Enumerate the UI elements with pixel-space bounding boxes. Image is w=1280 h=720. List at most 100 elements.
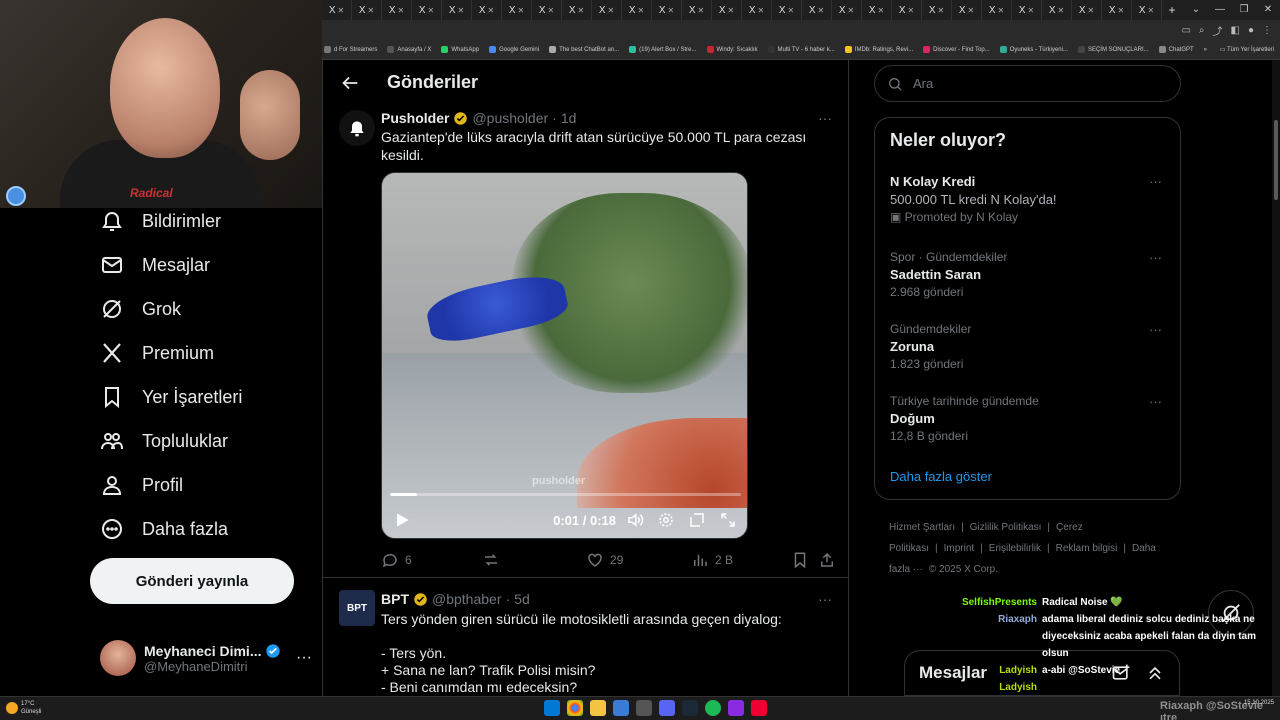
extension-icon[interactable]: ◧ <box>1231 25 1240 36</box>
trend-more-icon[interactable]: ··· <box>1149 174 1162 189</box>
close-tab-icon[interactable]: ✕ <box>637 6 644 15</box>
browser-tab[interactable]: X ✕ <box>772 0 802 20</box>
like-button[interactable]: 29 <box>586 551 623 569</box>
back-arrow-icon[interactable] <box>339 72 361 94</box>
nav-item-bookmarks[interactable]: Yer İşaretleri <box>100 382 242 412</box>
bookmarks-overflow-icon[interactable]: » <box>1204 47 1207 53</box>
close-tab-icon[interactable]: ✕ <box>427 6 434 15</box>
browser-tab[interactable]: X ✕ <box>802 0 832 20</box>
browser-tab[interactable]: X ✕ <box>1102 0 1132 20</box>
close-tab-icon[interactable]: ✕ <box>397 6 404 15</box>
close-tab-icon[interactable]: ✕ <box>1057 6 1064 15</box>
browser-tab[interactable]: X ✕ <box>622 0 652 20</box>
volume-icon[interactable] <box>626 511 644 529</box>
browser-tab[interactable]: X ✕ <box>952 0 982 20</box>
play-icon[interactable] <box>392 510 412 530</box>
reply-button[interactable]: 6 <box>381 551 412 569</box>
close-tab-icon[interactable]: ✕ <box>1087 6 1094 15</box>
author-handle[interactable]: @bpthaber <box>432 591 501 607</box>
footer-link[interactable]: Imprint <box>944 543 975 554</box>
author-handle[interactable]: @pusholder <box>472 110 548 126</box>
browser-tab[interactable]: X ✕ <box>892 0 922 20</box>
nav-item-notifications[interactable]: Bildirimler <box>100 206 221 236</box>
close-tab-icon[interactable]: ✕ <box>367 6 374 15</box>
share-icon[interactable]: ⤴ <box>1213 23 1223 38</box>
browser-menu-icon[interactable]: ⋮ <box>1262 25 1272 36</box>
new-tab-icon[interactable]: + <box>1162 3 1182 17</box>
bookmark-item[interactable]: The best ChatBot an... <box>549 46 619 53</box>
trend-more-icon[interactable]: ··· <box>1149 394 1162 409</box>
nav-item-messages[interactable]: Mesajlar <box>100 250 210 280</box>
close-tab-icon[interactable]: ✕ <box>457 6 464 15</box>
bookmark-item[interactable]: ChatGPT <box>1158 46 1194 53</box>
bookmark-item[interactable]: d For Streamers <box>324 46 377 53</box>
footer-link[interactable]: Erişilebilirlik <box>989 543 1041 554</box>
close-tab-icon[interactable]: ✕ <box>607 6 614 15</box>
avatar[interactable] <box>339 110 375 146</box>
nav-item-communities[interactable]: Topluluklar <box>100 426 228 456</box>
settings-gear-icon[interactable] <box>657 511 675 529</box>
page-scrollbar[interactable] <box>1272 60 1280 696</box>
footer-link[interactable]: Reklam bilgisi <box>1056 543 1118 554</box>
bookmark-item[interactable]: Anasayfa / X <box>387 46 431 53</box>
bookmark-button[interactable] <box>791 551 809 569</box>
browser-tab[interactable]: X ✕ <box>502 0 532 20</box>
weather-widget[interactable]: 17°C Güneşli <box>6 700 41 716</box>
close-tab-icon[interactable]: ✕ <box>1027 6 1034 15</box>
nav-item-more[interactable]: Daha fazla <box>100 514 228 544</box>
browser-tab[interactable]: X ✕ <box>652 0 682 20</box>
views-button[interactable]: 2 B <box>691 551 733 569</box>
close-tab-icon[interactable]: ✕ <box>937 6 944 15</box>
bookmark-item[interactable]: Oyuneks - Türkiyeni... <box>999 46 1068 53</box>
close-tab-icon[interactable]: ✕ <box>757 6 764 15</box>
timestamp[interactable]: 1d <box>561 110 577 126</box>
bookmark-item[interactable]: Multi TV - 6 haber k... <box>767 46 835 53</box>
close-tab-icon[interactable]: ✕ <box>487 6 494 15</box>
close-tab-icon[interactable]: ✕ <box>547 6 554 15</box>
browser-tab[interactable]: X ✕ <box>712 0 742 20</box>
browser-tab[interactable]: X ✕ <box>532 0 562 20</box>
bookmark-item[interactable]: SEÇİM SONUÇLARI... <box>1077 46 1149 53</box>
browser-tab[interactable]: X ✕ <box>922 0 952 20</box>
browser-tab[interactable]: X ✕ <box>1132 0 1162 20</box>
app-icon[interactable] <box>751 700 767 716</box>
close-tab-icon[interactable]: ✕ <box>727 6 734 15</box>
close-tab-icon[interactable]: ✕ <box>877 6 884 15</box>
minimize-icon[interactable]: — <box>1208 0 1232 20</box>
footer-link[interactable]: Hizmet Şartları <box>889 522 955 533</box>
cast-icon[interactable]: ▭ <box>1181 25 1190 36</box>
author-name[interactable]: Pusholder <box>381 110 449 126</box>
maximize-icon[interactable]: ❐ <box>1232 0 1256 20</box>
tab-search-icon[interactable]: ⌄ <box>1184 0 1208 20</box>
close-tab-icon[interactable]: ✕ <box>847 6 854 15</box>
browser-tab[interactable]: X ✕ <box>352 0 382 20</box>
close-tab-icon[interactable]: ✕ <box>967 6 974 15</box>
show-more-link[interactable]: Daha fazla göster <box>890 469 992 484</box>
fullscreen-icon[interactable] <box>719 511 737 529</box>
bookmark-item[interactable]: Google Gemini <box>489 46 539 53</box>
browser-tab[interactable]: X ✕ <box>742 0 772 20</box>
author-name[interactable]: BPT <box>381 591 409 607</box>
browser-tab[interactable]: X ✕ <box>982 0 1012 20</box>
file-explorer-icon[interactable] <box>590 700 606 716</box>
share-button[interactable] <box>818 551 836 569</box>
search-input[interactable]: Ara <box>874 65 1181 102</box>
app-icon[interactable] <box>613 700 629 716</box>
discord-icon[interactable] <box>659 700 675 716</box>
repost-button[interactable] <box>482 551 500 569</box>
browser-tab[interactable]: X ✕ <box>862 0 892 20</box>
close-tab-icon[interactable]: ✕ <box>667 6 674 15</box>
trend-item[interactable]: Türkiye tarihinde gündemde Doğum 12,8 B … <box>890 394 1170 443</box>
nav-item-premium[interactable]: Premium <box>100 338 214 368</box>
bookmark-item[interactable]: WhatsApp <box>441 46 479 53</box>
profile-icon[interactable]: ● <box>1248 25 1254 36</box>
browser-tab[interactable]: X ✕ <box>382 0 412 20</box>
nav-item-profile[interactable]: Profil <box>100 470 183 500</box>
trend-more-icon[interactable]: ··· <box>1149 322 1162 337</box>
browser-tab[interactable]: X ✕ <box>1012 0 1042 20</box>
pip-icon[interactable] <box>688 511 706 529</box>
chrome-icon[interactable] <box>567 700 583 716</box>
spotify-icon[interactable] <box>705 700 721 716</box>
browser-tab[interactable]: X ✕ <box>1042 0 1072 20</box>
close-tab-icon[interactable]: ✕ <box>787 6 794 15</box>
